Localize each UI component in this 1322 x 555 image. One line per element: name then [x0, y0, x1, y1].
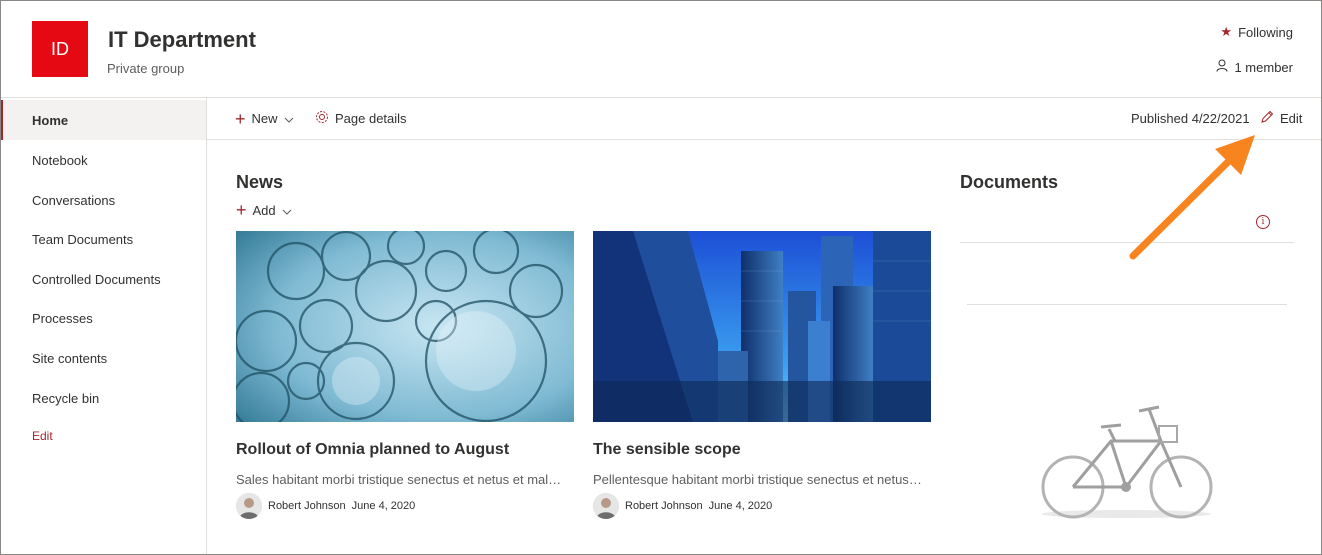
- pencil-icon: [1260, 110, 1274, 127]
- edit-page-button[interactable]: Edit: [1260, 98, 1302, 139]
- publish-date: June 4, 2020: [351, 500, 416, 512]
- site-subtitle: Private group: [107, 61, 185, 76]
- page-details-button[interactable]: Page details: [315, 98, 407, 139]
- news-add-button[interactable]: + Add: [236, 201, 292, 219]
- nav-item-recycle-bin[interactable]: Recycle bin: [1, 378, 206, 418]
- page-details-label: Page details: [335, 111, 407, 126]
- star-icon: ★: [1220, 24, 1233, 39]
- nav-edit-link[interactable]: Edit: [1, 416, 206, 456]
- chevron-down-icon: [284, 111, 294, 126]
- news-card-title[interactable]: The sensible scope: [593, 441, 931, 459]
- news-card[interactable]: The sensible scope Pellentesque habitant…: [593, 231, 931, 519]
- edit-label: Edit: [1280, 111, 1303, 126]
- new-button[interactable]: + New: [235, 98, 294, 139]
- site-title[interactable]: IT Department: [108, 27, 256, 53]
- avatar: [236, 493, 262, 519]
- news-card-title[interactable]: Rollout of Omnia planned to August: [236, 441, 574, 459]
- documents-title: Documents: [960, 172, 1059, 192]
- plus-icon: +: [235, 108, 246, 129]
- site-header: ID IT Department Private group ★ Followi…: [1, 1, 1321, 98]
- person-icon: [1216, 59, 1228, 75]
- nav-item-processes[interactable]: Processes: [1, 298, 206, 338]
- author-name[interactable]: Robert Johnson: [625, 500, 703, 512]
- following-button[interactable]: ★ Following: [1220, 24, 1293, 40]
- news-card-description: Sales habitant morbi tristique senectus …: [236, 472, 566, 487]
- members-button[interactable]: 1 member: [1216, 59, 1293, 75]
- new-label: New: [251, 111, 278, 126]
- chevron-down-icon: [282, 203, 292, 218]
- news-byline: Robert Johnson June 4, 2020: [593, 493, 931, 519]
- plus-icon: +: [236, 200, 247, 220]
- add-label: Add: [252, 202, 276, 218]
- author-name[interactable]: Robert Johnson: [268, 500, 346, 512]
- nav-item-controlled-documents[interactable]: Controlled Documents: [1, 259, 206, 299]
- news-image-skyscrapers[interactable]: [593, 231, 931, 422]
- nav-item-conversations[interactable]: Conversations: [1, 180, 206, 220]
- gear-icon: [315, 110, 329, 127]
- news-image-bubbles[interactable]: [236, 231, 574, 422]
- nav-item-home[interactable]: Home: [1, 100, 206, 140]
- nav-item-team-documents[interactable]: Team Documents: [1, 219, 206, 259]
- documents-divider: [967, 304, 1287, 305]
- avatar: [593, 493, 619, 519]
- nav-item-site-contents[interactable]: Site contents: [1, 338, 206, 378]
- nav-item-notebook[interactable]: Notebook: [1, 140, 206, 180]
- news-card[interactable]: Rollout of Omnia planned to August Sales…: [236, 231, 574, 519]
- left-navigation: Home Notebook Conversations Team Documen…: [1, 98, 207, 554]
- site-logo[interactable]: ID: [32, 21, 88, 77]
- news-byline: Robert Johnson June 4, 2020: [236, 493, 574, 519]
- published-label: Published 4/22/2021: [1131, 111, 1250, 126]
- news-card-description: Pellentesque habitant morbi tristique se…: [593, 472, 923, 487]
- members-label: 1 member: [1234, 59, 1293, 75]
- sharepoint-page: ID IT Department Private group ★ Followi…: [0, 0, 1322, 555]
- annotation-arrow-icon: [1121, 131, 1261, 266]
- bicycle-illustration-icon: [1031, 401, 1221, 521]
- following-label: Following: [1238, 24, 1293, 40]
- publish-date: June 4, 2020: [708, 500, 773, 512]
- news-title: News: [236, 172, 284, 192]
